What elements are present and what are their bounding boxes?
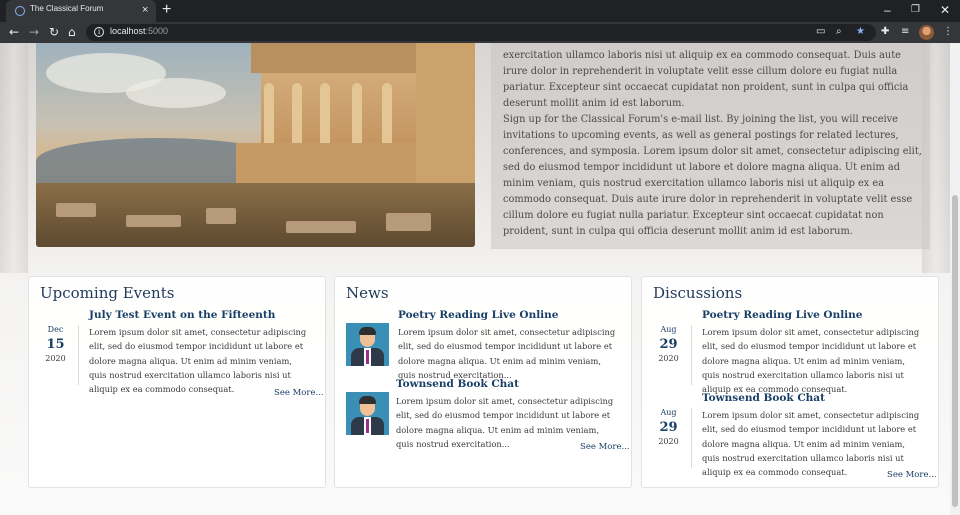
zoom-icon[interactable]: ⌕ [836,25,842,39]
discussion-description: Lorem ipsum dolor sit amet, consectetur … [702,410,920,478]
address-bar[interactable]: localhost:5000 ▭ ⌕ ★ [86,24,876,41]
home-button[interactable]: ⌂ [68,24,76,40]
date-day: 15 [46,337,65,352]
date-month: Aug [660,325,677,334]
intro-panel: exercitation ullamco laboris nisi ut ali… [491,43,930,249]
profile-avatar[interactable] [919,25,934,40]
discussion-title-link[interactable]: Poetry Reading Live Online [702,309,863,321]
rock-shape [206,208,236,224]
date-day: 29 [659,420,678,435]
cast-icon[interactable]: ▭ [816,25,825,39]
date-month: Aug [660,408,677,417]
minimize-button[interactable]: – [884,2,891,18]
discussion-date: Aug 29 2020 [646,408,692,468]
signup-paragraph: Sign up for the Classical Forum's e-mail… [503,114,922,237]
person-avatar-icon [346,392,389,435]
caryatid-shape [264,83,274,145]
page-viewport: exercitation ullamco laboris nisi ut ali… [0,43,950,515]
close-window-button[interactable]: ✕ [940,2,950,18]
date-year: 2020 [45,354,66,363]
scrollbar-thumb[interactable] [952,195,958,507]
see-more-link[interactable]: See More... [887,470,937,480]
caryatid-shape [320,83,330,145]
intro-paragraph: exercitation ullamco laboris nisi ut ali… [503,50,909,109]
see-more-link[interactable]: See More... [274,388,324,398]
hero-image [36,43,475,247]
caryatid-shape [352,83,362,145]
media-icon[interactable]: ≡ [901,25,909,39]
url-port: :5000 [145,26,169,36]
rock-shape [56,203,96,217]
extensions-icon[interactable]: ✚ [881,25,889,39]
restore-button[interactable]: ❐ [911,2,920,18]
globe-icon [15,6,25,16]
upcoming-events-card: Upcoming Events July Test Event on the F… [28,276,326,488]
card-title: Upcoming Events [40,284,175,302]
site-info-icon[interactable] [94,27,104,37]
discussions-card: Discussions Poetry Reading Live Online A… [641,276,939,488]
rock-shape [126,215,181,227]
url-text[interactable]: localhost:5000 [110,26,168,36]
date-day: 29 [659,337,678,352]
news-title-link[interactable]: Townsend Book Chat [396,378,519,390]
event-description: Lorem ipsum dolor sit amet, consectetur … [89,327,307,395]
tab-close-icon[interactable]: × [142,3,148,17]
cloud-shape [126,78,226,108]
menu-icon[interactable]: ⋮ [943,25,953,39]
discussion-date: Aug 29 2020 [646,325,692,385]
date-year: 2020 [658,354,679,363]
date-year: 2020 [658,437,679,446]
see-more-link[interactable]: See More... [580,442,630,452]
tab-title: The Classical Forum [30,4,104,13]
browser-toolbar: ← → ↻ ⌂ localhost:5000 ▭ ⌕ ★ ✚ ≡ ⋮ [0,22,960,43]
page-scrollbar[interactable] [950,43,960,515]
news-description: Lorem ipsum dolor sit amet, consectetur … [398,327,616,380]
caryatid-shape [292,83,302,145]
new-tab-button[interactable]: + [162,1,171,19]
browser-tab-strip: The Classical Forum × + – ❐ ✕ [0,0,960,22]
reload-button[interactable]: ↻ [49,24,59,40]
bookmark-star-icon[interactable]: ★ [856,25,865,39]
forward-button[interactable]: → [29,24,39,40]
rock-shape [386,213,431,231]
rock-shape [286,221,356,233]
card-title: Discussions [653,284,743,302]
url-host: localhost [110,26,146,36]
event-title-link[interactable]: July Test Event on the Fifteenth [89,309,275,321]
card-title: News [346,284,389,302]
news-title-link[interactable]: Poetry Reading Live Online [398,309,559,321]
event-date: Dec 15 2020 [33,325,79,385]
news-card: News Poetry Reading Live Online Lorem ip… [334,276,632,488]
person-avatar-icon [346,323,389,366]
discussion-description: Lorem ipsum dolor sit amet, consectetur … [702,327,920,395]
caryatid-shape [382,83,392,145]
browser-tab[interactable]: The Classical Forum × [6,0,156,22]
background-column [0,43,28,273]
discussion-title-link[interactable]: Townsend Book Chat [702,392,825,404]
back-button[interactable]: ← [9,24,19,40]
date-month: Dec [47,325,64,334]
